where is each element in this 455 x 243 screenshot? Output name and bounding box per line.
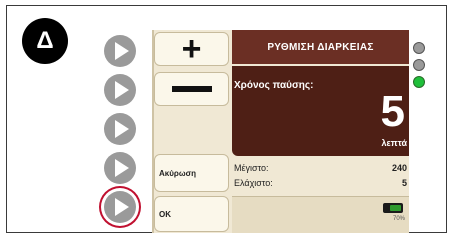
pause-value: 5 [380,87,405,136]
side-button-2[interactable] [104,74,136,106]
side-button-1[interactable] [104,35,136,67]
play-icon [115,42,129,60]
bottom-bar [232,196,409,233]
status-led-2 [413,59,425,71]
cancel-label: Ακύρωση [159,168,196,178]
screen-header: ΡΥΘΜΙΣΗ ΔΙΑΡΚΕΙΑΣ [232,30,409,64]
status-led-3 [413,76,425,88]
battery-fill [390,205,401,211]
play-icon [115,120,129,138]
max-label: Μέγιστο: [234,163,269,173]
side-button-4[interactable] [104,152,136,184]
status-led-1 [413,42,425,54]
play-icon [115,81,129,99]
decrease-softkey[interactable] [154,72,229,106]
min-value: 5 [401,178,407,188]
pause-unit: λεπτά [381,138,407,148]
pause-label: Χρόνος παύσης: [234,80,314,91]
play-icon [115,159,129,177]
side-button-3[interactable] [104,113,136,145]
increase-softkey[interactable]: + [154,32,229,66]
battery-icon [383,203,403,213]
play-icon [115,198,129,216]
max-value: 240 [391,163,407,173]
device-screen: + Ακύρωση ΟΚ ΡΥΘΜΙΣΗ ΔΙΑΡΚΕΙΑΣ Χρόνος πα… [152,30,409,233]
side-button-5-ok[interactable] [104,191,136,223]
step-label: Δ [36,27,54,54]
min-label: Ελάχιστο: [234,178,273,188]
plus-icon: + [181,30,202,68]
minus-icon [171,86,212,92]
ok-label: ΟΚ [159,209,171,219]
battery-percent: 70% [392,216,405,222]
empty-softkey [154,112,229,152]
ok-softkey[interactable]: ΟΚ [154,196,229,232]
screen-title: ΡΥΘΜΙΣΗ ΔΙΑΡΚΕΙΑΣ [267,41,374,53]
cancel-softkey[interactable]: Ακύρωση [154,154,229,192]
step-badge: Δ [22,18,68,64]
